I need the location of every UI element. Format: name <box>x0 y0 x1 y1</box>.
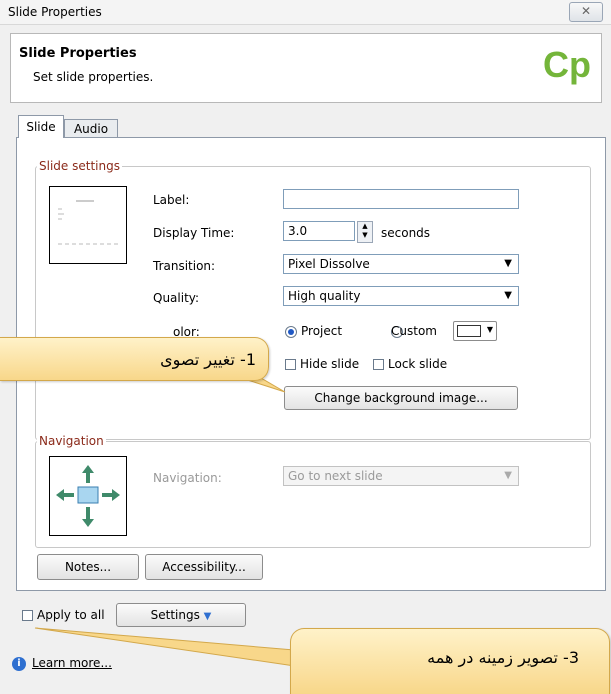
callout-step-1: 1- تغییر تصوی <box>0 337 269 381</box>
callout-step-3: 3- تصویر زمینه در همه <box>290 628 610 694</box>
callout-step-1-text: 1- تغییر تصوی <box>160 350 256 369</box>
callout-step-3-text: 3- تصویر زمینه در همه <box>427 648 579 667</box>
